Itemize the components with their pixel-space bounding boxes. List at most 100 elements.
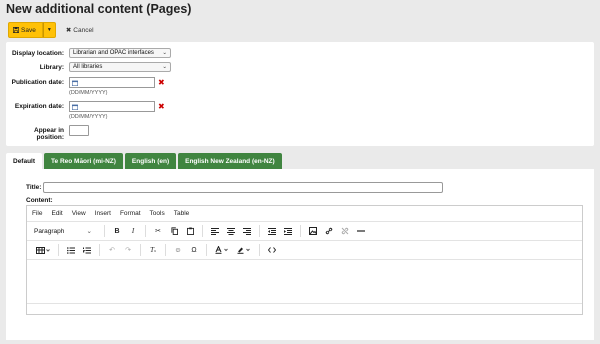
position-label: Appear in position: [34, 127, 64, 141]
expiration-date-hint: (DD/MM/YYYY) [69, 114, 108, 120]
save-button[interactable]: Save [8, 22, 43, 38]
close-icon: ✖ [65, 27, 72, 34]
toolbar-divider [259, 225, 260, 237]
text-color-icon[interactable] [211, 243, 233, 257]
cut-icon[interactable]: ✂ [150, 224, 166, 238]
menu-format[interactable]: Format [120, 210, 141, 217]
publication-date-label: Publication date: [11, 79, 64, 86]
expiration-date-box: ✖ (DD/MM/YYYY) [69, 101, 165, 120]
menu-view[interactable]: View [72, 210, 86, 217]
block-format-value: Paragraph [34, 227, 65, 235]
expiration-date-row: Expiration date: ✖ (DD/MM/YYYY) [6, 101, 165, 120]
bullet-list-icon[interactable] [63, 243, 79, 257]
editor-toolbar-row-2: ↶ ↷ Tx ☺ Ω [27, 241, 582, 260]
save-label: Save [21, 26, 36, 34]
position-row: Appear in position: [6, 125, 89, 141]
tab-default[interactable]: Default [6, 153, 43, 169]
block-format-select[interactable]: Paragraph ⌄ [32, 224, 94, 238]
publication-date-wrap: ✖ [69, 77, 165, 88]
image-icon[interactable] [305, 224, 321, 238]
align-right-icon[interactable] [239, 224, 255, 238]
outdent-icon[interactable] [264, 224, 280, 238]
toolbar-divider [300, 225, 301, 237]
clear-publication-date-icon[interactable]: ✖ [158, 77, 165, 88]
chevron-down-icon: ⌄ [162, 50, 167, 56]
publication-date-row: Publication date: ✖ (DD/MM/YYYY) [6, 77, 165, 96]
menu-table[interactable]: Table [174, 210, 190, 217]
library-value: All libraries [73, 64, 103, 70]
align-center-icon[interactable] [223, 224, 239, 238]
position-input[interactable] [69, 125, 89, 136]
table-icon[interactable] [32, 243, 54, 257]
title-input[interactable] [43, 182, 443, 193]
action-toolbar: Save ▼ ✖ Cancel [8, 22, 94, 38]
tab-en[interactable]: English (en) [124, 153, 177, 169]
calendar-icon[interactable] [72, 80, 78, 86]
editor-toolbar-row-1: Paragraph ⌄ B I ✂ [27, 222, 582, 241]
copy-icon[interactable] [166, 224, 182, 238]
undo-icon[interactable]: ↶ [104, 243, 120, 257]
cancel-label: Cancel [73, 26, 94, 34]
redo-icon[interactable]: ↷ [120, 243, 136, 257]
toolbar-divider [202, 225, 203, 237]
display-location-value: Librarian and OPAC interfaces [73, 50, 154, 56]
editor-content-area[interactable] [27, 260, 582, 304]
menu-tools[interactable]: Tools [150, 210, 165, 217]
page-title: New additional content (Pages) [6, 2, 192, 16]
publication-date-input[interactable] [69, 77, 155, 88]
library-select[interactable]: All libraries ⌄ [69, 62, 171, 72]
italic-icon[interactable]: I [125, 224, 141, 238]
language-tabs: Default Te Reo Māori (mi-NZ) English (en… [6, 153, 284, 169]
settings-panel: Display location: Librarian and OPAC int… [6, 42, 594, 146]
emoji-icon[interactable]: ☺ [170, 243, 186, 257]
display-location-row: Display location: Librarian and OPAC int… [6, 48, 171, 58]
menu-file[interactable]: File [32, 210, 42, 217]
library-label: Library: [39, 64, 64, 71]
align-left-icon[interactable] [207, 224, 223, 238]
toolbar-divider [99, 244, 100, 256]
unlink-icon[interactable] [337, 224, 353, 238]
source-code-icon[interactable] [264, 243, 280, 257]
library-row: Library: All libraries ⌄ [6, 62, 171, 72]
editor-menubar: File Edit View Insert Format Tools Table [27, 206, 582, 222]
rich-text-editor: File Edit View Insert Format Tools Table… [26, 205, 583, 315]
calendar-icon[interactable] [72, 104, 78, 110]
expiration-date-label: Expiration date: [14, 103, 64, 110]
paste-icon[interactable] [182, 224, 198, 238]
display-location-label: Display location: [11, 50, 64, 57]
tab-en-nz[interactable]: English New Zealand (en-NZ) [178, 153, 282, 169]
horizontal-rule-icon[interactable] [353, 224, 369, 238]
bold-icon[interactable]: B [109, 224, 125, 238]
clear-formatting-icon[interactable]: Tx [145, 243, 161, 257]
special-character-icon[interactable]: Ω [186, 243, 202, 257]
chevron-down-icon: ⌄ [86, 228, 92, 235]
caret-down-icon: ▼ [46, 27, 52, 33]
menu-insert[interactable]: Insert [95, 210, 111, 217]
editor-statusbar [27, 304, 582, 316]
chevron-down-icon: ⌄ [162, 64, 167, 70]
save-dropdown-button[interactable]: ▼ [42, 22, 56, 38]
highlight-color-icon[interactable] [233, 243, 255, 257]
clear-expiration-date-icon[interactable]: ✖ [158, 101, 165, 112]
indent-icon[interactable] [280, 224, 296, 238]
toolbar-divider [140, 244, 141, 256]
toolbar-divider [259, 244, 260, 256]
link-icon[interactable] [321, 224, 337, 238]
tab-mi-nz[interactable]: Te Reo Māori (mi-NZ) [44, 153, 123, 169]
publication-date-hint: (DD/MM/YYYY) [69, 90, 108, 96]
display-location-select[interactable]: Librarian and OPAC interfaces ⌄ [69, 48, 171, 58]
content-panel: Title: Content: File Edit View Insert Fo… [6, 169, 594, 340]
toolbar-divider [58, 244, 59, 256]
title-label: Title: [26, 184, 42, 191]
menu-edit[interactable]: Edit [51, 210, 62, 217]
toolbar-divider [104, 225, 105, 237]
expiration-date-wrap: ✖ [69, 101, 165, 112]
expiration-date-input[interactable] [69, 101, 155, 112]
toolbar-divider [206, 244, 207, 256]
publication-date-box: ✖ (DD/MM/YYYY) [69, 77, 165, 96]
toolbar-divider [165, 244, 166, 256]
cancel-button[interactable]: ✖ Cancel [65, 26, 94, 35]
numbered-list-icon[interactable] [79, 243, 95, 257]
toolbar-divider [145, 225, 146, 237]
save-icon [13, 27, 19, 33]
